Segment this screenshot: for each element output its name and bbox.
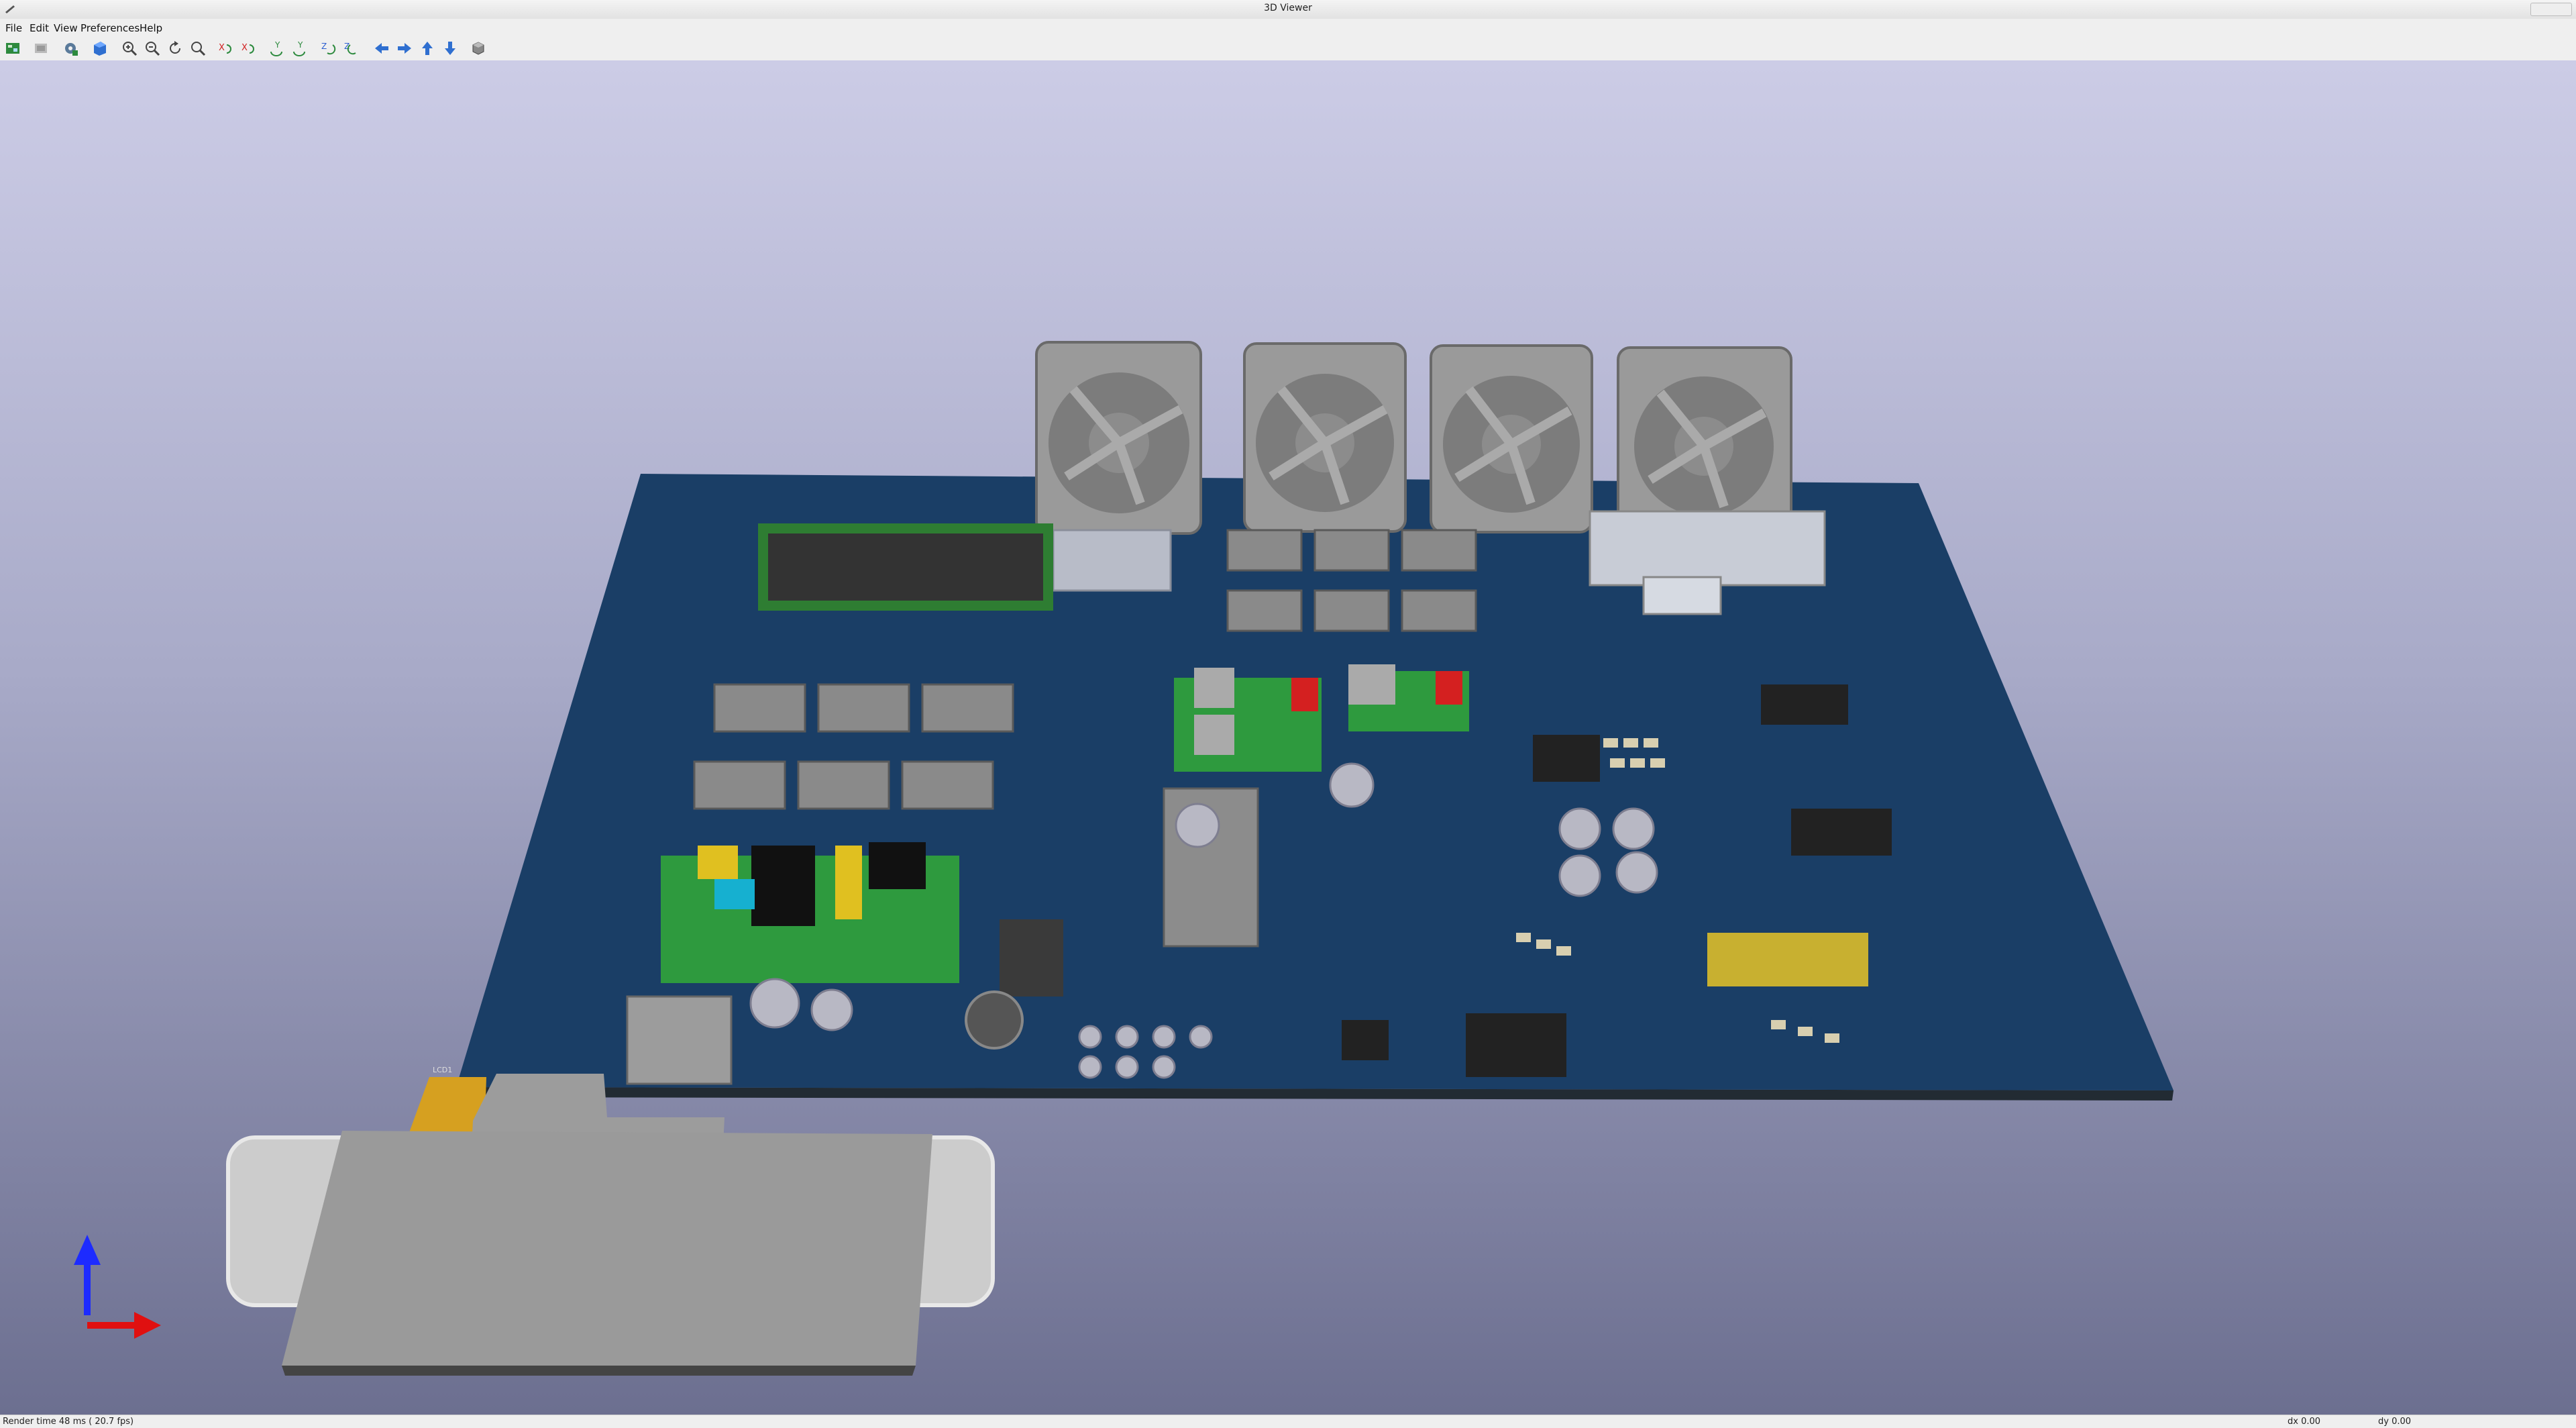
toolbar: X X Y Y Z Z xyxy=(0,36,2576,61)
cap-cyan xyxy=(714,879,755,909)
menu-edit[interactable]: Edit xyxy=(30,22,49,34)
menu-preferences[interactable]: Preferences xyxy=(80,22,140,34)
rotate-y-cw-icon[interactable]: Y xyxy=(268,40,286,57)
title-bar: 3D Viewer xyxy=(0,0,2576,19)
svg-text:Y: Y xyxy=(297,40,303,50)
rotate-x-ccw-icon[interactable]: X xyxy=(240,40,258,57)
window-controls[interactable] xyxy=(2530,3,2572,16)
rotate-y-ccw-icon[interactable]: Y xyxy=(291,40,309,57)
usb-connector xyxy=(1589,510,1826,586)
header-black-1 xyxy=(1466,1013,1566,1077)
dy-readout: dy 0.00 xyxy=(2378,1417,2412,1427)
svg-text:Z: Z xyxy=(321,42,327,51)
menu-help[interactable]: Help xyxy=(140,22,162,34)
pan-right-icon[interactable] xyxy=(396,40,413,57)
cap-yellow-2 xyxy=(835,846,862,919)
fan-3 xyxy=(1430,344,1593,533)
ic-black-2 xyxy=(869,842,926,889)
zoom-fit-icon[interactable] xyxy=(189,40,207,57)
pan-left-icon[interactable] xyxy=(373,40,390,57)
black-cube-component xyxy=(1000,919,1063,997)
rotate-z-ccw-icon[interactable]: Z xyxy=(342,40,360,57)
inductor-3 xyxy=(1348,664,1395,705)
status-bar: Render time 48 ms ( 20.7 fps) dx 0.00 dy… xyxy=(0,1415,2576,1428)
menu-bar: File Edit View Preferences Help xyxy=(0,19,2576,36)
axis-triad xyxy=(74,1235,161,1339)
rotate-x-cw-icon[interactable]: X xyxy=(217,40,235,57)
svg-text:Y: Y xyxy=(274,40,280,50)
inductor-1 xyxy=(1194,668,1234,708)
power-connector xyxy=(626,995,733,1085)
settings-gear-icon[interactable] xyxy=(62,40,79,57)
ic-black-3 xyxy=(1533,735,1600,782)
render-time-label: Render time 48 ms ( 20.7 fps) xyxy=(3,1417,134,1427)
relay-2 xyxy=(1436,671,1462,705)
lcd-connector-body xyxy=(768,533,1043,601)
svg-text:X: X xyxy=(219,43,225,53)
rotate-z-cw-icon[interactable]: Z xyxy=(319,40,337,57)
header-black-3 xyxy=(1761,684,1848,725)
menu-file[interactable]: File xyxy=(5,22,22,34)
cap-yellow-1 xyxy=(698,846,738,879)
fan-2 xyxy=(1243,342,1407,533)
header-black-2 xyxy=(1791,809,1892,856)
lcd-panel xyxy=(226,1074,995,1376)
relay-1 xyxy=(1291,678,1318,711)
lcd-label: LCD1 xyxy=(433,1066,452,1074)
ic-black-4 xyxy=(1342,1020,1389,1060)
fan-4 xyxy=(1617,346,1792,537)
zoom-out-icon[interactable] xyxy=(144,40,161,57)
usb-connector-small xyxy=(1642,576,1722,615)
svg-text:X: X xyxy=(241,43,248,53)
menu-view[interactable]: View xyxy=(54,22,78,34)
copy-image-icon[interactable] xyxy=(32,40,50,57)
cap-bank-yellow xyxy=(1707,933,1868,986)
render-toggle-icon[interactable] xyxy=(4,40,21,57)
heatsink xyxy=(1052,529,1172,592)
window-title: 3D Viewer xyxy=(1264,3,1312,13)
redraw-icon[interactable] xyxy=(166,40,184,57)
board-render: LCD1 xyxy=(74,341,2174,1376)
fan-1 xyxy=(1035,341,1202,535)
dx-readout: dx 0.00 xyxy=(2288,1417,2321,1427)
realtime-render-icon[interactable] xyxy=(91,40,109,57)
3d-viewport[interactable]: LCD1 xyxy=(0,60,2576,1415)
electrolytic-cap xyxy=(965,990,1024,1050)
pan-up-icon[interactable] xyxy=(419,40,436,57)
inductor-2 xyxy=(1194,715,1234,755)
zoom-in-icon[interactable] xyxy=(121,40,138,57)
ic-black-1 xyxy=(751,846,815,926)
ortho-toggle-icon[interactable] xyxy=(470,40,487,57)
pan-down-icon[interactable] xyxy=(441,40,459,57)
